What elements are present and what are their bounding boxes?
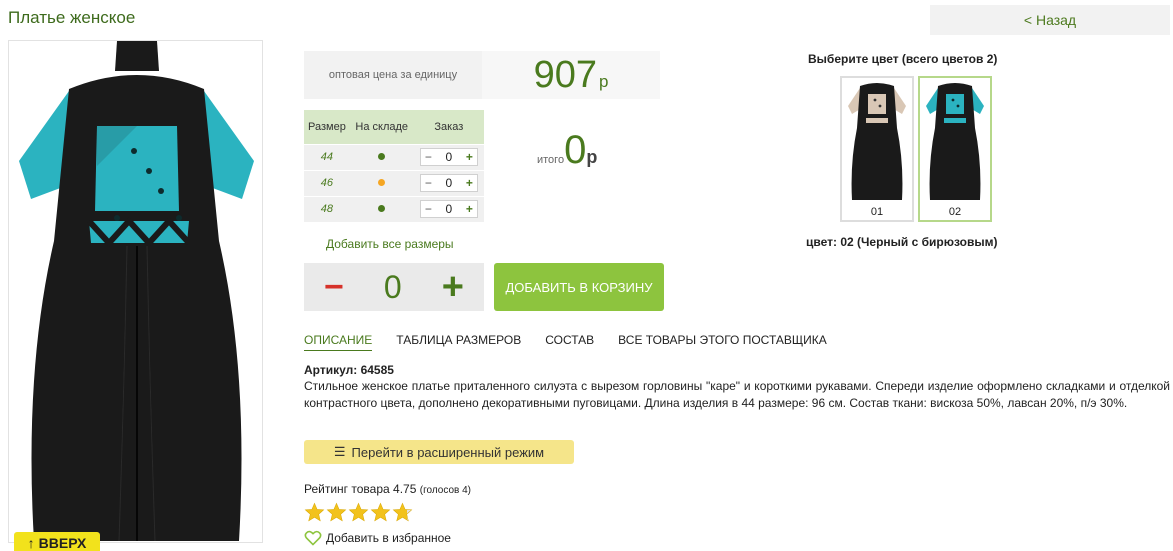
size-quantity-stepper: −0 + — [419, 200, 478, 219]
page-title: Платье женское — [8, 8, 136, 27]
stock-cell — [349, 169, 414, 196]
tab-supplier-products[interactable]: ВСЕ ТОВАРЫ ЭТОГО ПОСТАВЩИКА — [618, 333, 827, 351]
size-plus-button[interactable]: + — [466, 176, 473, 190]
color-code-01: 01 — [870, 206, 884, 218]
size-minus-button[interactable]: − — [425, 150, 432, 164]
product-tabs: ОПИСАНИЕ ТАБЛИЦА РАЗМЕРОВ СОСТАВ ВСЕ ТОВ… — [304, 333, 827, 351]
star-icon[interactable] — [392, 502, 413, 523]
quantity-value: 0 — [383, 268, 402, 305]
size-minus-button[interactable]: − — [425, 202, 432, 216]
size-plus-button[interactable]: + — [466, 150, 473, 164]
scroll-top-label: ВВЕРХ — [38, 535, 87, 551]
quantity-minus-button[interactable]: − — [324, 268, 344, 307]
rating-stars[interactable] — [304, 502, 413, 523]
color-code-02: 02 — [948, 206, 962, 218]
color-option-01[interactable]: 01 — [840, 76, 914, 222]
order-cell: −0 + — [413, 169, 484, 196]
scroll-top-button[interactable]: ↑ ВВЕРХ — [14, 532, 100, 551]
heart-icon — [304, 530, 322, 546]
total-currency: р — [586, 147, 598, 167]
list-icon: ☰ — [333, 444, 346, 459]
order-cell: −0 + — [413, 143, 484, 170]
rating-text: Рейтинг товара 4.75 (голосов 4) — [304, 482, 471, 496]
star-icon[interactable] — [370, 502, 391, 523]
size-cell: 48 — [304, 195, 350, 222]
back-link[interactable]: < Назад — [930, 5, 1170, 35]
size-row: 46 −0 + — [304, 169, 484, 196]
product-photo[interactable] — [8, 40, 263, 543]
size-quantity-value[interactable]: 0 — [445, 176, 452, 190]
quantity-plus-button[interactable]: + — [442, 266, 464, 309]
size-minus-button[interactable]: − — [425, 176, 432, 190]
tab-composition[interactable]: СОСТАВ — [545, 333, 594, 351]
add-to-favorites-link[interactable]: Добавить в избранное — [304, 530, 451, 546]
arrow-up-icon: ↑ — [27, 535, 35, 551]
tab-size-chart[interactable]: ТАБЛИЦА РАЗМЕРОВ — [396, 333, 521, 351]
selected-color-label: цвет: 02 (Черный с бирюзовым) — [806, 235, 998, 249]
size-plus-button[interactable]: + — [466, 202, 473, 216]
price-box: оптовая цена за единицу 907 р — [304, 51, 660, 99]
dress-thumbnail-02 — [926, 83, 984, 200]
size-cell: 44 — [304, 143, 350, 170]
advanced-mode-button[interactable]: ☰ Перейти в расширенный режим — [304, 440, 574, 464]
total-value: 0 — [564, 128, 587, 172]
advanced-mode-label: Перейти в расширенный режим — [351, 444, 545, 460]
size-quantity-stepper: −0 + — [419, 148, 478, 166]
size-row: 48 −0 + — [304, 195, 484, 222]
size-quantity-value[interactable]: 0 — [445, 150, 452, 164]
size-table: Размер На складе Заказ 44−0 +46−0 +48−0 + — [304, 110, 484, 222]
stock-indicator-icon — [378, 179, 386, 186]
price-value: 907 р — [482, 51, 660, 99]
favorite-label: Добавить в избранное — [326, 531, 451, 545]
star-icon[interactable] — [326, 502, 347, 523]
order-total: итого 0 р — [537, 128, 597, 173]
total-label: итого — [537, 154, 565, 166]
rating-votes: (голосов 4) — [419, 485, 471, 496]
price-amount: 907 — [533, 53, 597, 96]
star-icon[interactable] — [304, 502, 325, 523]
article-number: Артикул: 64585 — [304, 363, 394, 377]
add-all-sizes-link[interactable]: Добавить все размеры — [326, 237, 454, 251]
rating-label: Рейтинг товара 4.75 — [304, 482, 417, 496]
star-icon[interactable] — [348, 502, 369, 523]
order-cell: −0 + — [413, 195, 484, 222]
dress-image — [19, 41, 254, 542]
color-option-02[interactable]: 02 — [918, 76, 992, 222]
product-description: Стильное женское платье приталенного сил… — [304, 379, 1170, 410]
stock-header: На складе — [349, 110, 414, 144]
stock-cell — [349, 195, 414, 222]
size-row: 44 −0 + — [304, 143, 484, 170]
order-header: Заказ — [413, 110, 484, 144]
size-quantity-stepper: −0 + — [419, 174, 478, 192]
price-currency: р — [598, 72, 609, 91]
quantity-stepper: − 0 + — [304, 263, 484, 311]
size-header: Размер — [304, 110, 350, 144]
stock-cell — [349, 143, 414, 170]
tab-description[interactable]: ОПИСАНИЕ — [304, 333, 373, 351]
size-cell: 46 — [304, 169, 350, 196]
stock-indicator-icon — [378, 205, 386, 213]
add-to-cart-button[interactable]: ДОБАВИТЬ В КОРЗИНУ — [494, 263, 664, 311]
dress-thumbnail-01 — [848, 83, 906, 200]
size-quantity-value[interactable]: 0 — [445, 202, 452, 216]
price-label: оптовая цена за единицу — [328, 69, 458, 81]
color-selector-title: Выберите цвет (всего цветов 2) — [808, 52, 998, 66]
stock-indicator-icon — [378, 153, 386, 160]
